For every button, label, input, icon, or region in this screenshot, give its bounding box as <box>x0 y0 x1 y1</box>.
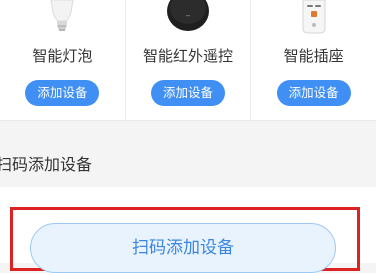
scan-add-device-button[interactable]: 扫码添加设备 <box>30 223 336 273</box>
device-card-ir-remote[interactable]: 智能红外遥控 添加设备 <box>126 0 252 120</box>
device-grid: 智能灯泡 添加设备 智能红外遥控 添加设备 智能插座 添加设备 <box>0 0 376 120</box>
section-divider <box>0 120 376 121</box>
device-card-bulb[interactable]: 智能灯泡 添加设备 <box>0 0 126 120</box>
ir-remote-icon <box>167 0 209 31</box>
add-device-button[interactable]: 添加设备 <box>151 80 225 106</box>
device-name: 智能红外遥控 <box>143 47 234 65</box>
add-device-button[interactable]: 添加设备 <box>276 80 351 106</box>
scan-section-title: 扫码添加设备 <box>0 155 93 174</box>
smart-plug-icon <box>302 0 326 34</box>
device-name: 智能插座 <box>283 47 344 65</box>
device-card-smart-plug[interactable]: 智能插座 添加设备 <box>251 0 376 120</box>
bulb-icon <box>50 0 74 31</box>
add-device-button[interactable]: 添加设备 <box>25 80 100 106</box>
device-name: 智能灯泡 <box>32 47 93 65</box>
